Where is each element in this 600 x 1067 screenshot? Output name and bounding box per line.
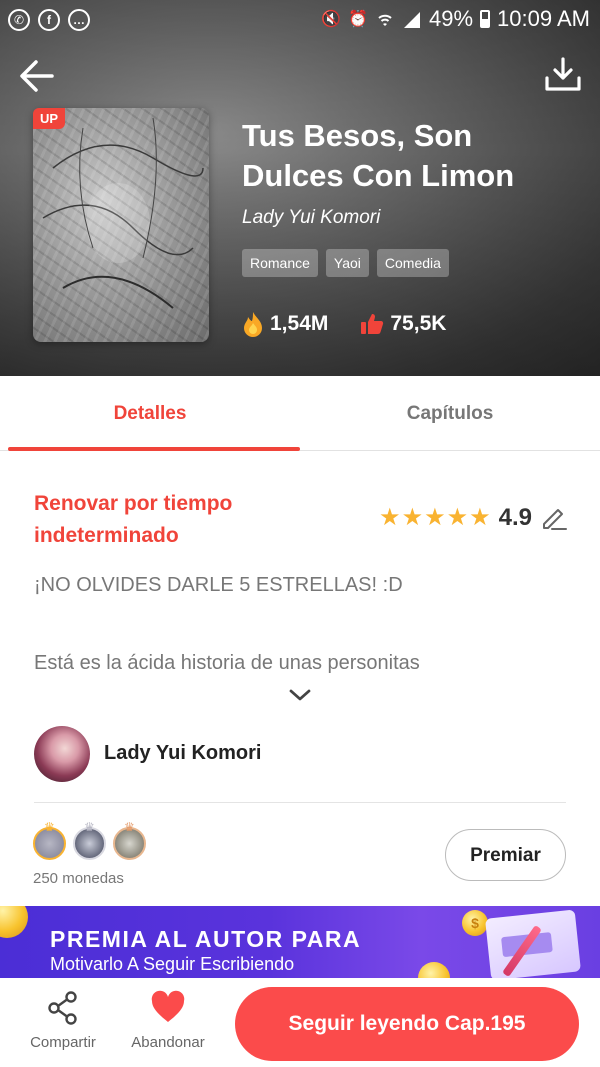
star-icon: ★ [446,504,469,531]
bottom-action-bar: Compartir Abandonar Seguir leyendo Cap.1… [0,978,600,1067]
reward-button[interactable]: Premiar [445,829,566,881]
notification-icons: ✆ f … [8,9,90,31]
author-name[interactable]: Lady Yui Komori [104,742,261,765]
battery-icon [480,10,491,28]
coin-icon [0,906,28,938]
top-donors[interactable]: ♛ ♛ ♛ [33,820,146,860]
author-profile[interactable]: Lady Yui Komori [34,726,566,803]
coins-total: 250 monedas [33,870,124,887]
facebook-icon: f [38,9,60,31]
banner-title: PREMIA AL AUTOR PARA [50,926,362,952]
cover-artwork [42,117,204,309]
alarm-icon: ⏰ [348,11,368,28]
heart-icon [151,990,185,1022]
coin-icon [418,962,450,978]
chat-icon: … [68,9,90,31]
star-icon: ★ [401,504,424,531]
rating-value: 4.9 [498,504,532,531]
donor-avatar[interactable]: ♛ [33,820,66,860]
tag-yaoi[interactable]: Yaoi [325,249,369,277]
views-count: 1,54M [270,312,329,335]
whatsapp-icon: ✆ [8,9,30,31]
edit-rating-icon[interactable] [540,504,568,532]
signal-icon [404,12,420,28]
share-label: Compartir [30,1034,96,1051]
likes-count: 75,5K [390,312,447,335]
star-icon: ★ [469,504,491,531]
author-note: ¡NO OLVIDES DARLE 5 ESTRELLAS! :D [34,574,403,596]
status-bar: ✆ f … 🔇 ⏰ 49% 10:09 AM [0,0,600,42]
tab-chapters[interactable]: Capítulos [300,376,600,450]
share-icon [48,991,77,1025]
update-badge: UP [33,108,66,129]
wifi-icon [378,14,392,26]
crown-icon: ♛ [124,820,135,834]
expand-chevron-icon[interactable] [287,686,313,704]
tab-details[interactable]: Detalles [0,376,300,451]
fire-icon [244,312,262,337]
share-button[interactable]: Compartir [18,990,108,1051]
rating-stars: ★ ★ ★ ★ ★ [379,506,491,530]
views-stat: 1,54M [242,311,328,337]
back-arrow-icon[interactable] [16,56,56,96]
publication-status: Renovar por tiempo indeterminado [34,492,233,547]
download-icon[interactable] [544,56,582,94]
coin-icon: $ [462,910,488,936]
abandon-label: Abandonar [131,1034,205,1051]
tag-romance[interactable]: Romance [242,249,318,277]
donor-avatar[interactable]: ♛ [73,820,106,860]
likes-stat: 75,5K [360,312,446,336]
mute-icon: 🔇 [321,11,342,28]
book-title: Tus Besos, Son Dulces Con Limon [242,118,515,193]
book-cover [33,108,209,342]
crown-icon: ♛ [44,820,55,834]
star-icon: ★ [379,504,401,531]
book-author[interactable]: Lady Yui Komori [242,207,380,229]
continue-reading-button[interactable]: Seguir leyendo Cap.195 [235,987,579,1061]
star-icon: ★ [424,504,446,531]
tab-bar: Detalles Capítulos [0,376,600,451]
reward-author-banner[interactable]: $ PREMIA AL AUTOR PARA Motivarlo A Segui… [0,906,600,978]
system-icons: 🔇 ⏰ 49% 10:09 AM [321,6,590,32]
author-avatar[interactable] [34,726,90,782]
book-header: ✆ f … 🔇 ⏰ 49% 10:09 AM UP Tus Besos, Son… [0,0,600,376]
book-stats: 1,54M 75,5K [242,311,446,337]
genre-tags: Romance Yaoi Comedia [242,249,449,277]
clock: 10:09 AM [497,6,590,31]
abandon-button[interactable]: Abandonar [123,990,213,1051]
thumbs-up-icon [361,314,384,334]
battery-percent: 49% [429,6,474,31]
banner-subtitle: Motivarlo A Seguir Escribiendo [50,954,295,974]
tag-comedia[interactable]: Comedia [376,249,449,277]
rating: ★ ★ ★ ★ ★ 4.9 [379,504,568,532]
crown-icon: ♛ [84,820,95,834]
laptop-illustration [485,909,581,978]
synopsis: Está es la ácida historia de unas person… [34,652,420,674]
donor-avatar[interactable]: ♛ [113,820,146,860]
